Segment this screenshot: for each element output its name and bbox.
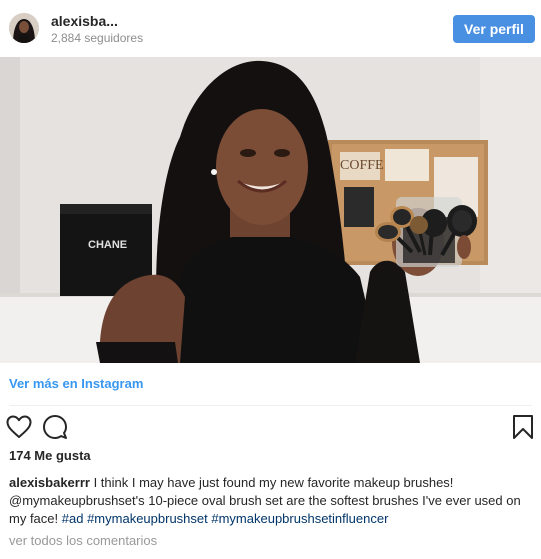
caption-mention[interactable]: @mymakeupbrushset bbox=[9, 493, 136, 508]
view-more-instagram-link[interactable]: Ver más en Instagram bbox=[9, 376, 143, 391]
comment-button[interactable] bbox=[41, 413, 69, 441]
caption-username[interactable]: alexisbakerrr bbox=[9, 475, 90, 490]
like-button[interactable] bbox=[5, 413, 33, 441]
box-brand-text: CHANE bbox=[88, 239, 127, 251]
caption-hashtag-influencer[interactable]: #mymakeupbrushsetinfluencer bbox=[211, 511, 388, 526]
follower-count: 2,884 seguidores bbox=[51, 31, 144, 45]
post-image[interactable]: CHANE COFFE bbox=[0, 57, 541, 363]
avatar-image bbox=[9, 13, 39, 43]
caption-hashtag-brushset[interactable]: #mymakeupbrushset bbox=[87, 511, 208, 526]
bookmark-icon bbox=[513, 415, 533, 439]
heart-icon bbox=[6, 415, 32, 438]
post-caption: alexisbakerrr I think I may have just fo… bbox=[9, 474, 533, 528]
comment-icon bbox=[43, 415, 67, 439]
post-photo: CHANE COFFE bbox=[0, 57, 541, 363]
avatar[interactable] bbox=[9, 13, 39, 43]
caption-text-1: I think I may have just found my new fav… bbox=[89, 475, 454, 490]
save-button[interactable] bbox=[509, 413, 537, 441]
divider bbox=[9, 405, 532, 406]
view-profile-button[interactable]: Ver perfil bbox=[453, 15, 535, 43]
instagram-embed: alexisba... 2,884 seguidores Ver perfil … bbox=[0, 0, 541, 559]
like-count[interactable]: 174 Me gusta bbox=[9, 448, 91, 463]
profile-username[interactable]: alexisba... bbox=[51, 13, 118, 29]
view-all-comments-link[interactable]: ver todos los comentarios bbox=[9, 533, 157, 548]
caption-hashtag-ad[interactable]: #ad bbox=[62, 511, 84, 526]
post-header: alexisba... 2,884 seguidores Ver perfil bbox=[0, 0, 541, 57]
board-text: COFFE bbox=[340, 158, 384, 173]
